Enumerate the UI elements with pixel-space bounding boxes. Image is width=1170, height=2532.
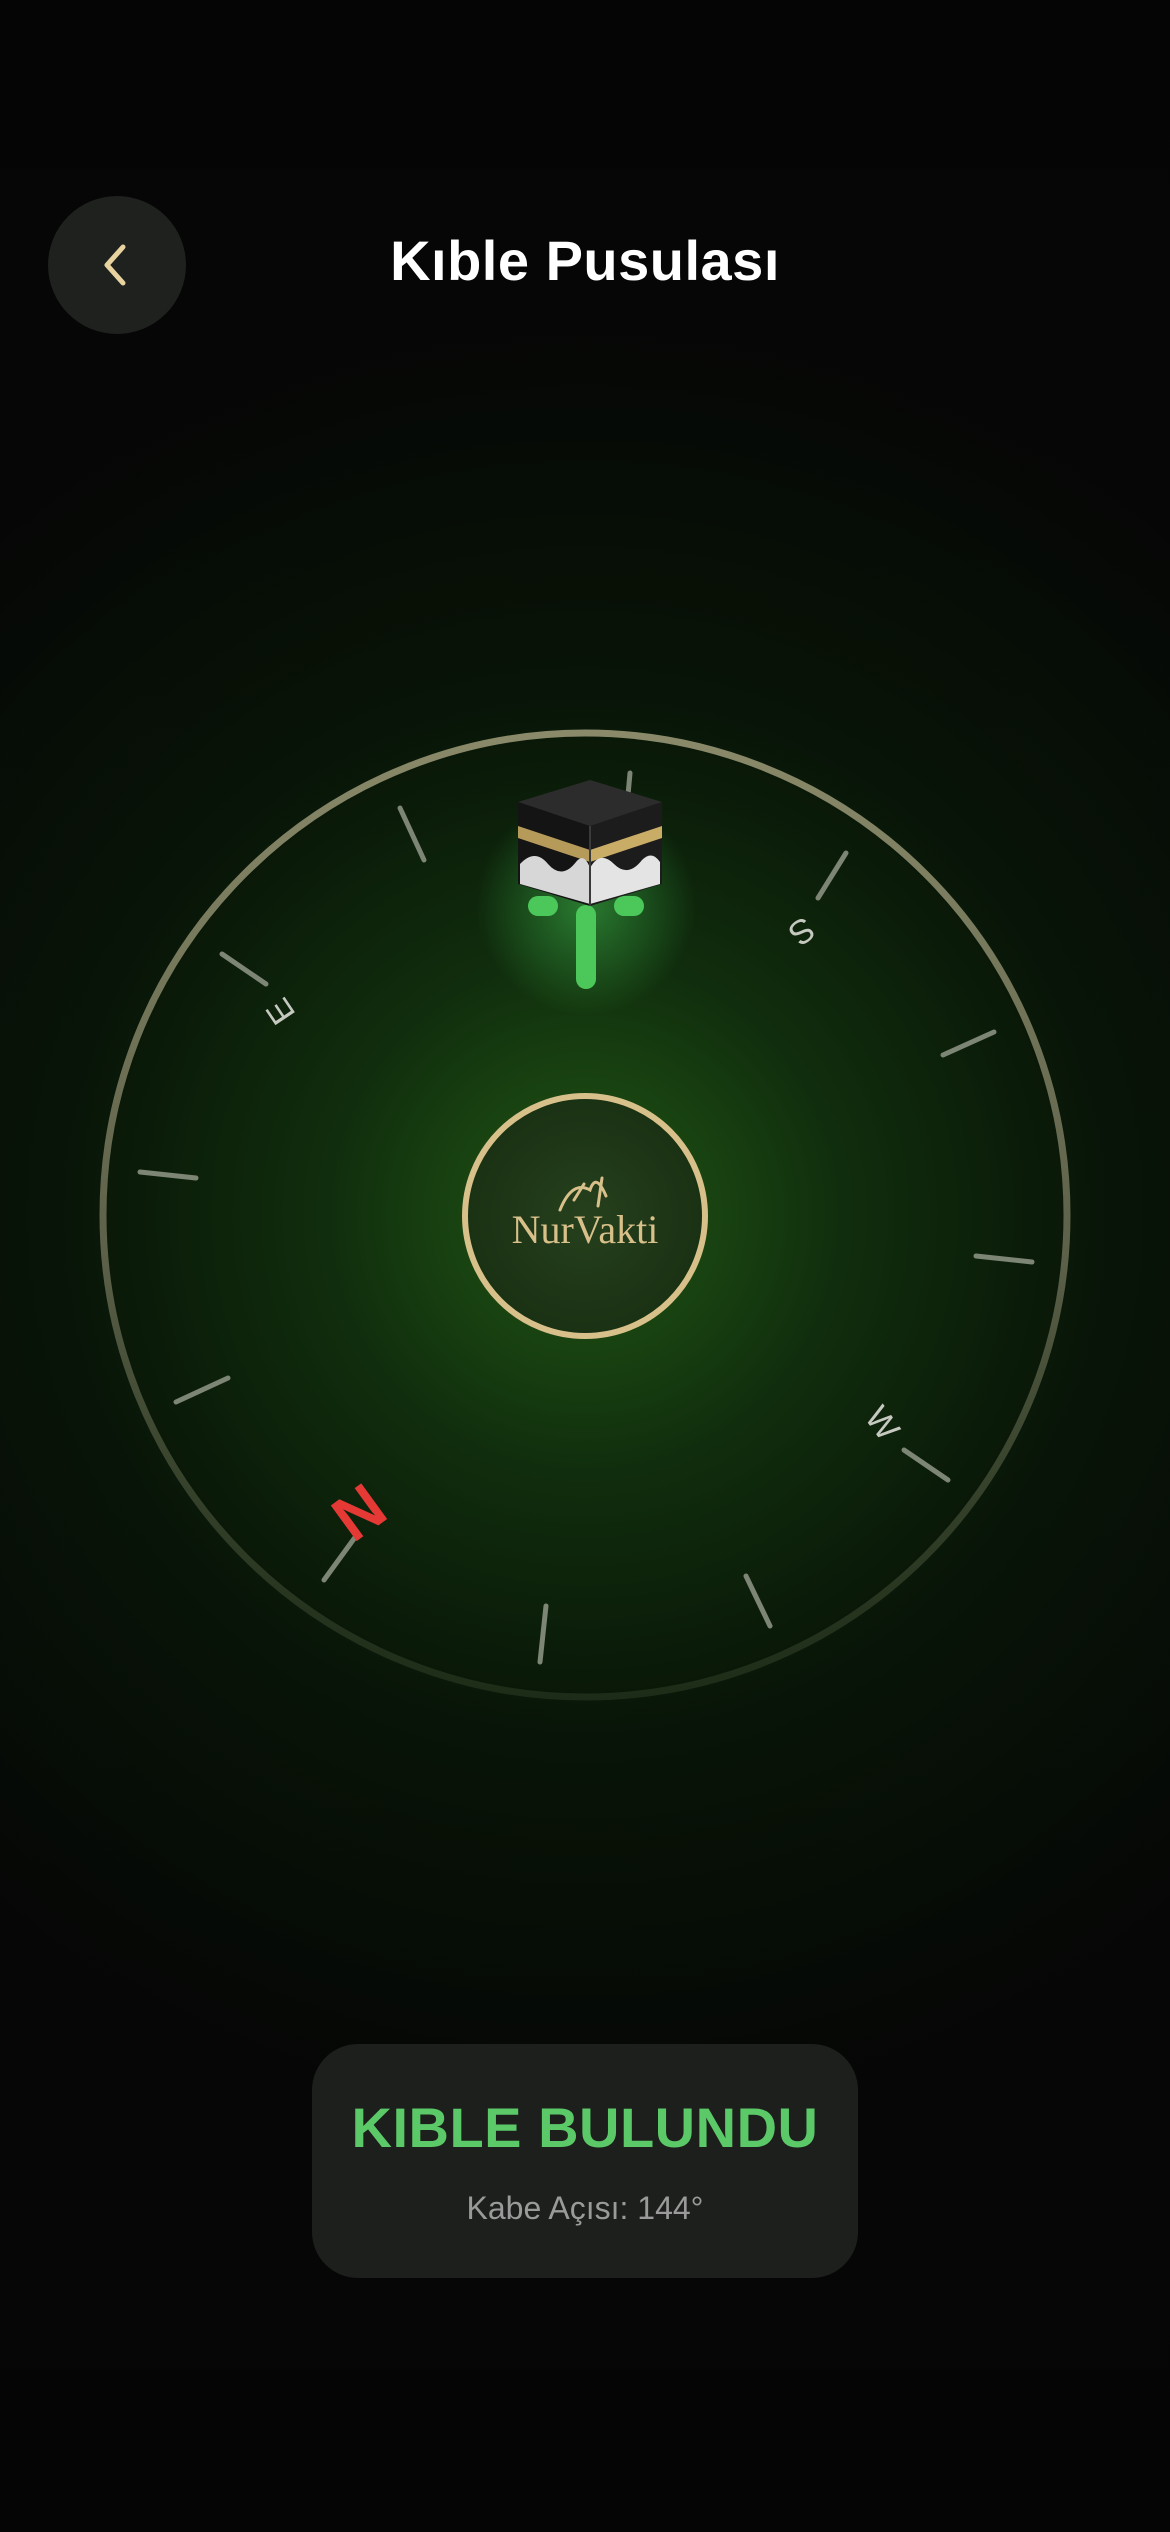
kaaba-icon <box>518 780 662 906</box>
direction-south: S <box>781 909 822 953</box>
direction-west: W <box>857 1399 907 1447</box>
qibla-status-title: KIBLE BULUNDU <box>351 2096 819 2159</box>
qibla-compass-screen: Kıble Pusulası E S W N NurVakti KIBLE BU… <box>0 0 1170 2532</box>
logo-text: NurVakti <box>512 1207 659 1252</box>
direction-north: N <box>319 1469 399 1554</box>
qibla-angle-text: Kabe Açısı: 144° <box>466 2190 704 2226</box>
direction-east: E <box>259 991 303 1031</box>
qibla-status-card: KIBLE BULUNDU Kabe Açısı: 144° <box>312 2044 858 2278</box>
